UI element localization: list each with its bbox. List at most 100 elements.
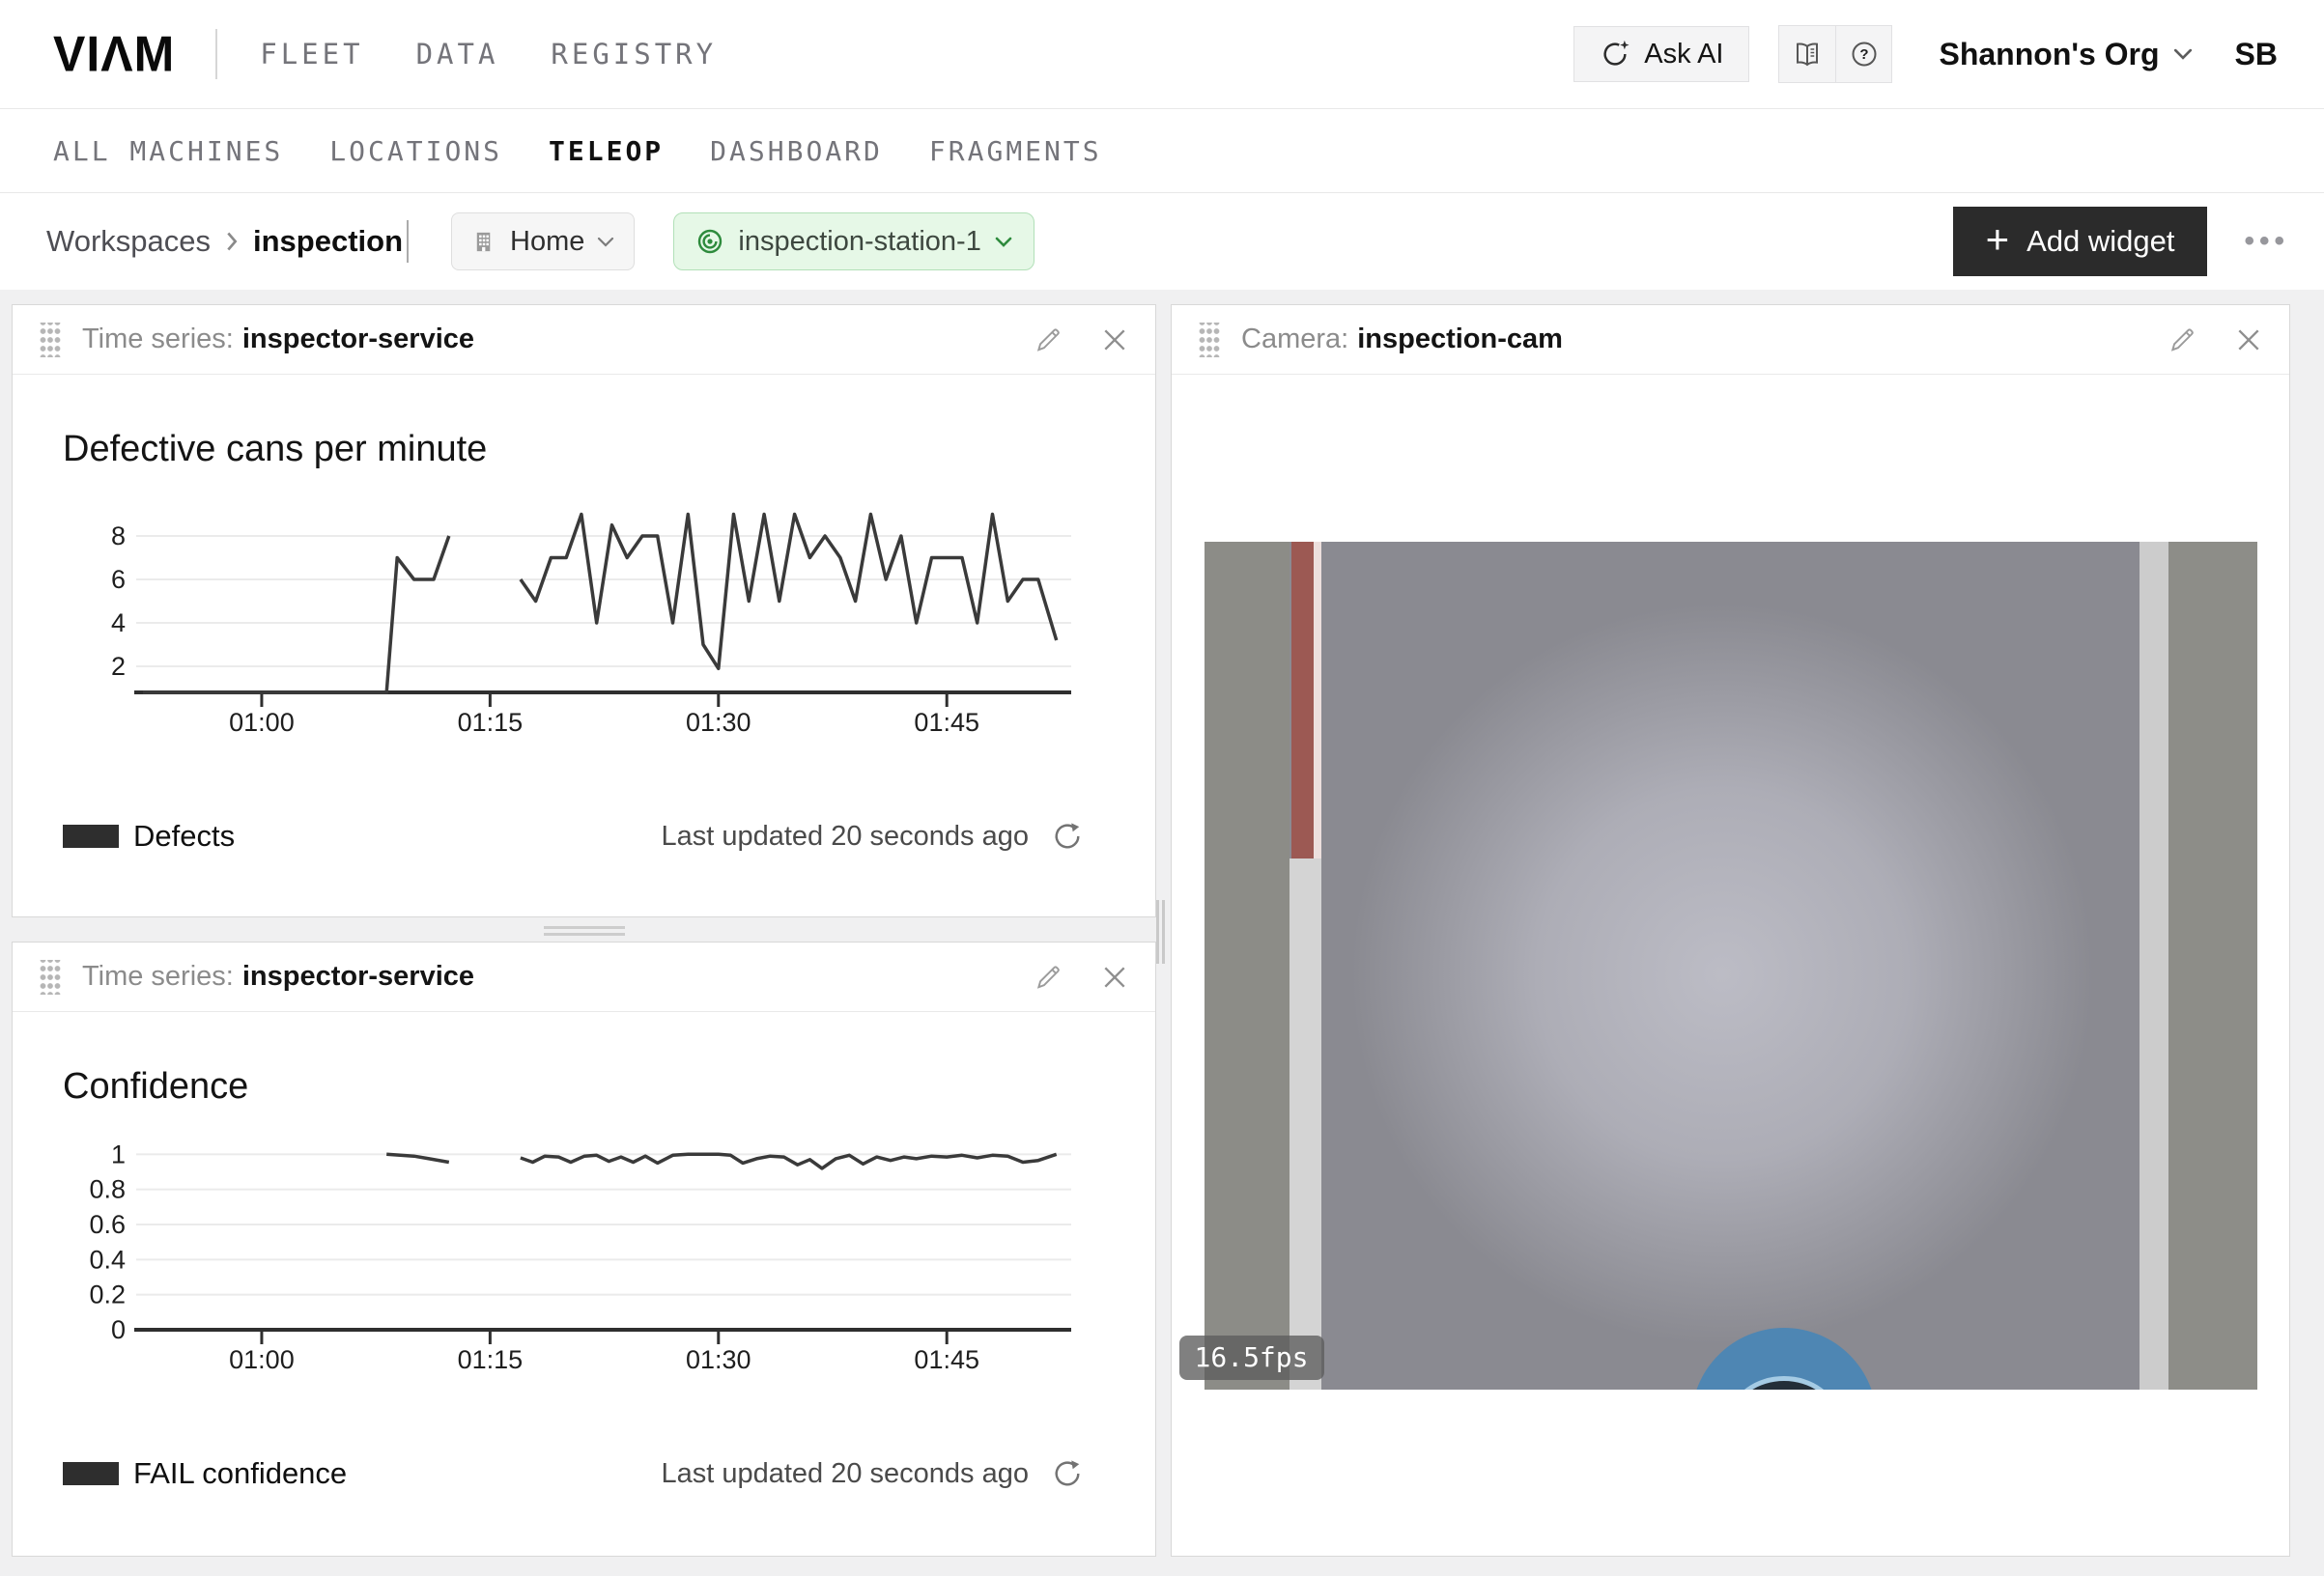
column-resize-handle[interactable] bbox=[1156, 900, 1165, 964]
chart-title: Defective cans per minute bbox=[63, 429, 1155, 470]
refresh-icon[interactable] bbox=[1052, 821, 1083, 852]
app-header: VIΛM FLEET DATA REGISTRY Ask AI ? bbox=[0, 0, 2324, 108]
widget-header: Camera: inspection-cam bbox=[1172, 305, 2289, 375]
org-switcher[interactable]: Shannon's Org bbox=[1939, 37, 2192, 72]
ask-ai-label: Ask AI bbox=[1644, 39, 1723, 70]
chevron-down-icon bbox=[597, 236, 614, 248]
nav-item-fleet[interactable]: FLEET bbox=[260, 38, 363, 70]
machine-selector[interactable]: inspection-station-1 bbox=[673, 212, 1034, 270]
docs-button[interactable] bbox=[1779, 26, 1835, 82]
svg-text:2: 2 bbox=[111, 652, 126, 681]
book-icon bbox=[1792, 39, 1823, 70]
svg-text:0.8: 0.8 bbox=[89, 1175, 126, 1204]
machine-label: inspection-station-1 bbox=[738, 226, 980, 258]
plus-icon: + bbox=[1986, 219, 2010, 260]
svg-text:01:30: 01:30 bbox=[686, 1345, 751, 1374]
svg-text:01:30: 01:30 bbox=[686, 708, 751, 737]
nav-item-registry[interactable]: REGISTRY bbox=[551, 38, 717, 70]
workspace-name-field[interactable]: inspection bbox=[253, 224, 403, 259]
viam-logo[interactable]: VIΛM bbox=[53, 25, 175, 83]
widget-resource-name: inspection-cam bbox=[1357, 324, 1563, 355]
svg-text:01:15: 01:15 bbox=[458, 1345, 524, 1374]
location-selector[interactable]: Home bbox=[451, 212, 635, 270]
svg-text:0: 0 bbox=[111, 1315, 126, 1344]
svg-text:?: ? bbox=[1859, 46, 1868, 63]
camera-widget: Camera: inspection-cam bbox=[1171, 304, 2290, 1557]
chevron-down-icon bbox=[995, 236, 1012, 248]
chart-legend-row: FAIL confidence Last updated 20 seconds … bbox=[63, 1456, 1083, 1491]
machine-broadcast-icon bbox=[695, 227, 724, 256]
close-icon[interactable] bbox=[1101, 964, 1128, 991]
edit-pencil-icon[interactable] bbox=[1034, 963, 1063, 992]
drag-handle-icon[interactable] bbox=[40, 323, 61, 357]
org-name: Shannon's Org bbox=[1939, 37, 2159, 72]
edit-pencil-icon[interactable] bbox=[1034, 325, 1063, 354]
add-widget-label: Add widget bbox=[2026, 224, 2174, 259]
edit-pencil-icon[interactable] bbox=[2168, 325, 2196, 354]
tab-all-machines[interactable]: ALL MACHINES bbox=[53, 135, 283, 167]
legend-label: FAIL confidence bbox=[133, 1456, 347, 1491]
camera-feed-container: 16.5fps bbox=[1172, 375, 2289, 1556]
drag-handle-icon[interactable] bbox=[1199, 323, 1220, 357]
svg-text:1: 1 bbox=[111, 1140, 126, 1168]
widget-type-label: Time series: bbox=[82, 961, 234, 993]
ask-ai-sparkle-icon bbox=[1600, 39, 1630, 70]
chart-legend-row: Defects Last updated 20 seconds ago bbox=[63, 819, 1083, 854]
svg-text:0.2: 0.2 bbox=[89, 1280, 126, 1309]
widget-resource-name: inspector-service bbox=[242, 961, 474, 993]
user-avatar[interactable]: SB bbox=[2235, 37, 2278, 72]
widget-title: Camera: inspection-cam bbox=[1241, 324, 1563, 355]
fleet-tabs-bar: ALL MACHINES LOCATIONS TELEOP DASHBOARD … bbox=[0, 108, 2324, 193]
svg-text:0.6: 0.6 bbox=[89, 1210, 126, 1239]
location-label: Home bbox=[510, 226, 584, 258]
svg-text:01:00: 01:00 bbox=[229, 708, 295, 737]
svg-text:01:00: 01:00 bbox=[229, 1345, 295, 1374]
widget-title: Time series: inspector-service bbox=[82, 961, 474, 993]
last-updated-text: Last updated 20 seconds ago bbox=[661, 821, 1029, 853]
time-series-widget-confidence: Time series: inspector-service Confidenc… bbox=[12, 942, 1156, 1557]
tab-teleop[interactable]: TELEOP bbox=[549, 135, 664, 167]
breadcrumb-workspaces[interactable]: Workspaces bbox=[46, 224, 211, 259]
tab-locations[interactable]: LOCATIONS bbox=[329, 135, 502, 167]
svg-text:01:45: 01:45 bbox=[914, 1345, 979, 1374]
add-widget-button[interactable]: + Add widget bbox=[1953, 207, 2208, 276]
help-button[interactable]: ? bbox=[1835, 26, 1891, 82]
last-updated-text: Last updated 20 seconds ago bbox=[661, 1458, 1029, 1490]
widget-resource-name: inspector-service bbox=[242, 324, 474, 355]
building-icon bbox=[471, 229, 497, 255]
widget-header: Time series: inspector-service bbox=[13, 305, 1155, 375]
header-divider bbox=[215, 29, 217, 79]
defects-chart-canvas: 246801:0001:1501:3001:45 bbox=[51, 486, 1075, 745]
confidence-chart-canvas: 0 0.2 0.4 0.6 0.8 1 01:00 01:15 01:30 01:45 bbox=[51, 1123, 1075, 1382]
widget-title: Time series: inspector-service bbox=[82, 324, 474, 355]
ask-ai-button[interactable]: Ask AI bbox=[1573, 26, 1749, 82]
breadcrumb-separator-icon bbox=[224, 231, 240, 252]
tab-fragments[interactable]: FRAGMENTS bbox=[929, 135, 1102, 167]
tab-dashboard[interactable]: DASHBOARD bbox=[710, 135, 883, 167]
svg-text:01:45: 01:45 bbox=[914, 708, 979, 737]
header-right: Ask AI ? Shannon's Org SB bbox=[1573, 25, 2278, 83]
chevron-down-icon bbox=[2173, 47, 2193, 61]
svg-text:4: 4 bbox=[111, 608, 126, 637]
legend-swatch bbox=[63, 1462, 119, 1485]
help-button-group: ? bbox=[1778, 25, 1892, 83]
svg-text:6: 6 bbox=[111, 565, 126, 594]
nav-item-data[interactable]: DATA bbox=[416, 38, 499, 70]
widget-type-label: Camera: bbox=[1241, 324, 1348, 355]
legend-label: Defects bbox=[133, 819, 235, 854]
svg-text:8: 8 bbox=[111, 521, 126, 550]
widget-header: Time series: inspector-service bbox=[13, 943, 1155, 1012]
refresh-icon[interactable] bbox=[1052, 1458, 1083, 1489]
fps-badge: 16.5fps bbox=[1179, 1336, 1324, 1380]
more-options-button[interactable]: ••• bbox=[2244, 225, 2289, 258]
close-icon[interactable] bbox=[1101, 326, 1128, 353]
time-series-widget-defects: Time series: inspector-service Defective… bbox=[12, 304, 1156, 917]
legend-swatch bbox=[63, 825, 119, 848]
camera-feed-image bbox=[1205, 542, 2257, 1390]
close-icon[interactable] bbox=[2235, 326, 2262, 353]
svg-text:0.4: 0.4 bbox=[89, 1245, 126, 1274]
row-resize-handle[interactable] bbox=[544, 926, 625, 940]
question-circle-icon: ? bbox=[1849, 39, 1880, 70]
drag-handle-icon[interactable] bbox=[40, 960, 61, 995]
widget-type-label: Time series: bbox=[82, 324, 234, 355]
